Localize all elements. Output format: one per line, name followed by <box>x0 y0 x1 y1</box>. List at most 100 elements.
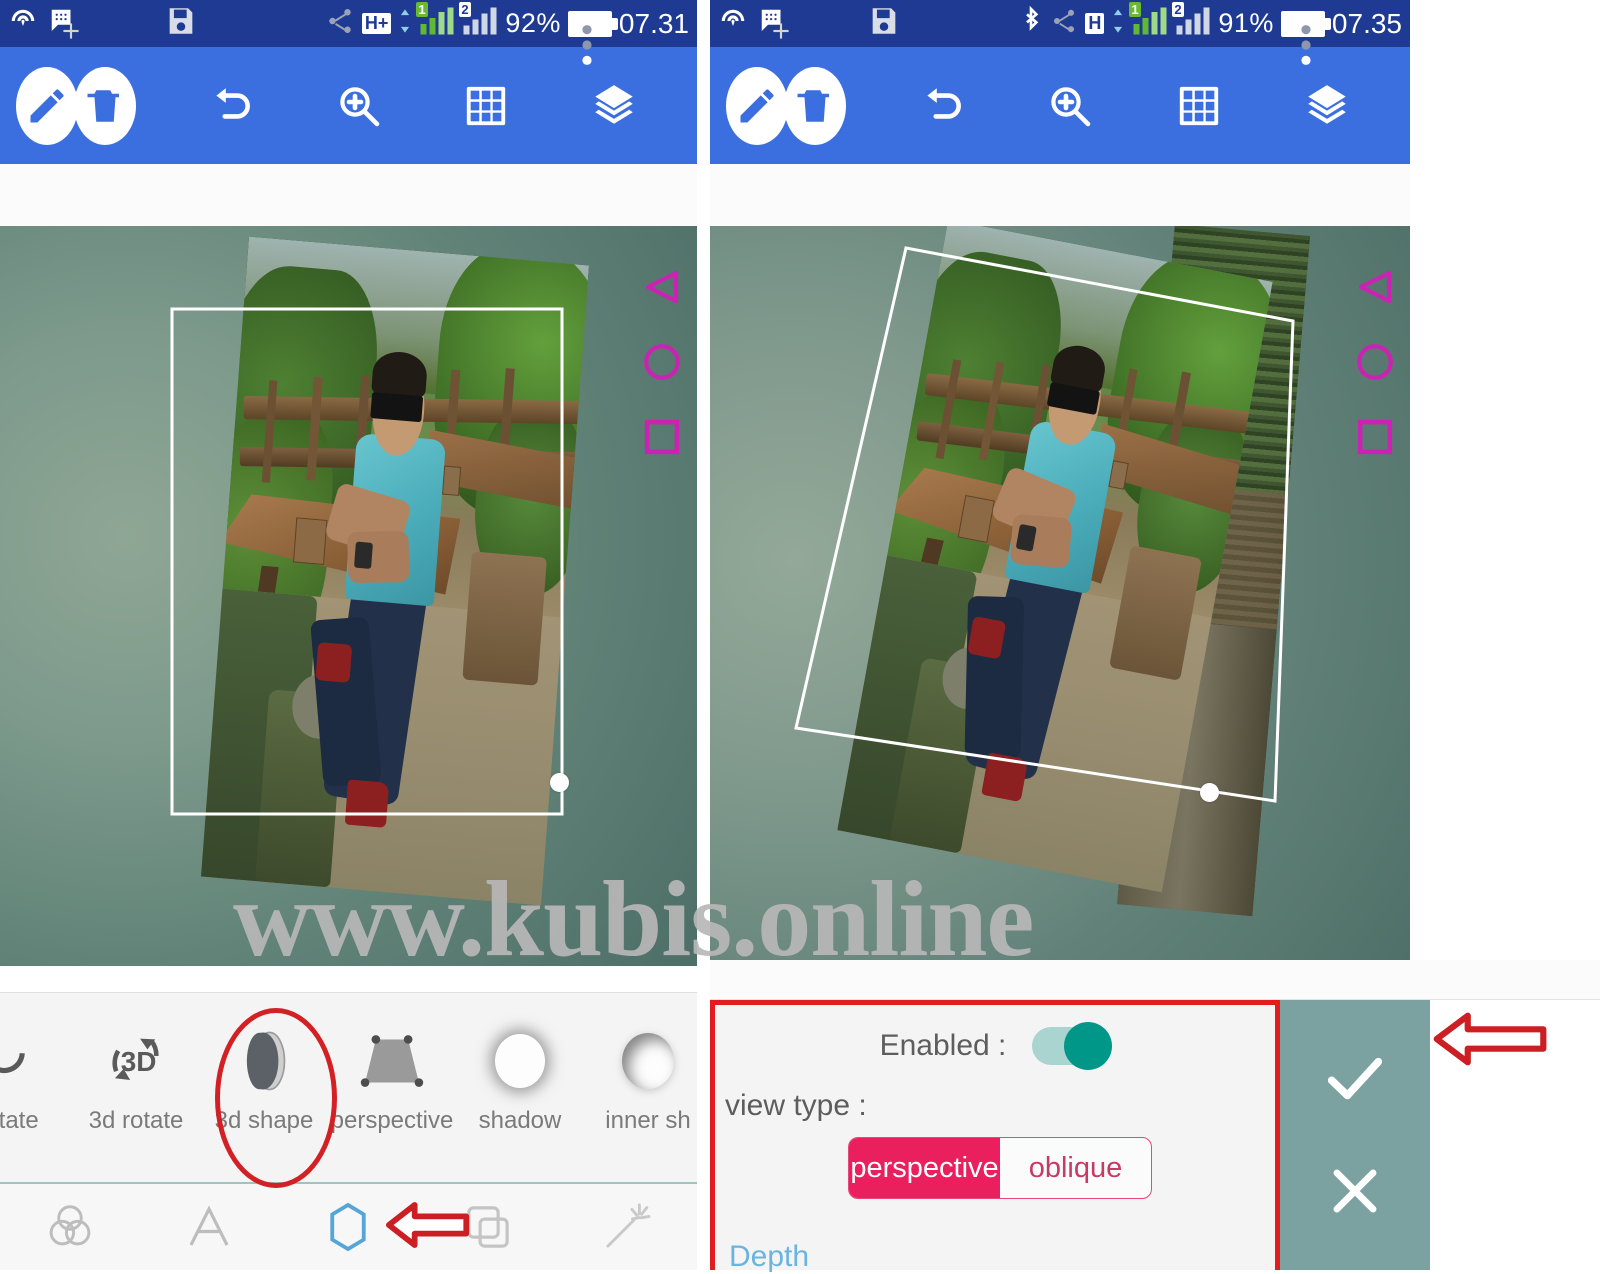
triangle-shape-icon[interactable] <box>641 266 683 313</box>
viewtype-segmented-control[interactable]: perspective oblique <box>848 1137 1152 1199</box>
depth-label: Depth <box>729 1240 810 1273</box>
sim2-signal-icon: 2 <box>459 2 498 41</box>
sim2-label: 2 <box>1172 2 1184 17</box>
dialog-confirm-column <box>1280 1000 1430 1270</box>
more-vert-icon <box>1300 22 1312 73</box>
magic-wand-icon[interactable] <box>592 1200 662 1254</box>
annotation-arrow-shape-tool <box>386 1202 470 1248</box>
toolbar-gap-left <box>0 164 697 226</box>
inner-shadow-icon <box>622 1015 674 1107</box>
edit-icon[interactable] <box>16 66 78 145</box>
toolbar-gap-right <box>710 164 1410 226</box>
photo-content <box>201 236 589 906</box>
viewtype-row: view type : perspective oblique <box>715 1065 1275 1199</box>
battery-percent-left: 92% <box>505 8 561 38</box>
viewtype-option-oblique[interactable]: oblique <box>1000 1138 1151 1198</box>
circle-shape-icon[interactable] <box>1354 341 1396 388</box>
message-icon <box>48 6 79 41</box>
effect-inner-shadow-label: inner sh <box>605 1107 691 1134</box>
delete-icon[interactable] <box>74 66 136 145</box>
sim1-label: 1 <box>416 2 428 17</box>
photo-layer-left[interactable] <box>201 236 589 906</box>
panel-divider <box>700 0 710 1270</box>
network-type-badge: H+ <box>361 13 392 34</box>
perspective-icon <box>357 1015 427 1107</box>
status-bar-left: H+ 1 2 92% 07.31 <box>0 0 697 65</box>
text-icon[interactable] <box>174 1200 244 1254</box>
battery-percent-right: 91% <box>1218 8 1274 38</box>
3d-shape-icon <box>235 1015 293 1107</box>
undo-icon[interactable] <box>909 81 975 131</box>
enabled-row: Enabled : <box>715 1005 1275 1070</box>
effect-shadow[interactable]: shadow <box>456 993 584 1135</box>
effect-perspective-label: perspective <box>330 1107 454 1134</box>
grid-icon[interactable] <box>1166 83 1232 129</box>
save-icon <box>164 4 198 43</box>
shape-rail-right <box>1354 266 1396 463</box>
layers-icon[interactable] <box>581 81 647 131</box>
effect-rotate-label: rotate <box>0 1107 39 1134</box>
delete-icon[interactable] <box>784 66 846 145</box>
site-watermark: www.kubis.online <box>233 860 1034 979</box>
sim1-signal-icon: 1 <box>416 2 455 41</box>
viewtype-label: view type : <box>725 1089 867 1122</box>
triangle-shape-icon[interactable] <box>1354 266 1396 313</box>
effects-row[interactable]: rotate 3D 3d rotate <box>0 992 697 1182</box>
effect-perspective[interactable]: perspective <box>328 993 456 1135</box>
shape-hexagon-icon[interactable] <box>313 1200 383 1254</box>
dialog-panel: Enabled : view type : perspective obliqu… <box>710 1000 1280 1273</box>
sim1-signal-icon: 1 <box>1129 2 1168 41</box>
edit-icon[interactable] <box>726 66 788 145</box>
square-shape-icon[interactable] <box>641 416 683 463</box>
selection-handle-right[interactable] <box>550 773 569 792</box>
clock-left: 07.31 <box>618 7 689 39</box>
editor-canvas-left[interactable] <box>0 226 697 966</box>
selection-handle-right[interactable] <box>1200 783 1219 802</box>
enabled-toggle[interactable] <box>1032 1022 1113 1070</box>
3d-rotate-icon: 3D <box>100 1015 172 1107</box>
data-arrows-icon <box>1111 7 1125 40</box>
effect-inner-shadow[interactable]: inner sh <box>584 993 697 1135</box>
effect-3d-shape[interactable]: 3d shape <box>200 993 328 1135</box>
effects-toolstrip-left: rotate 3D 3d rotate <box>0 992 697 1270</box>
editor-canvas-right[interactable] <box>710 226 1410 966</box>
message-icon <box>758 6 789 41</box>
svg-text:3D: 3D <box>121 1046 157 1077</box>
save-icon <box>867 4 901 43</box>
cast-icon <box>718 6 748 41</box>
bluetooth-icon <box>1019 5 1043 42</box>
rotate-icon <box>0 1015 39 1107</box>
layers-icon[interactable] <box>1294 81 1360 131</box>
undo-icon[interactable] <box>198 81 264 131</box>
clock-right: 07.35 <box>1331 7 1402 39</box>
share-icon <box>325 4 355 43</box>
toggle-knob <box>1064 1022 1113 1070</box>
effect-shadow-label: shadow <box>478 1107 562 1134</box>
effect-3d-shape-label: 3d shape <box>214 1107 314 1134</box>
viewtype-option-perspective[interactable]: perspective <box>849 1138 1000 1198</box>
effect-3d-rotate-label: 3d rotate <box>88 1107 184 1134</box>
network-type-badge: H <box>1085 13 1105 34</box>
effect-rotate[interactable]: rotate <box>0 993 72 1135</box>
3d-shape-dialog: Enabled : view type : perspective obliqu… <box>710 960 1600 1273</box>
check-icon[interactable] <box>1320 1043 1390 1118</box>
shadow-icon <box>495 1015 545 1107</box>
close-icon[interactable] <box>1324 1160 1386 1227</box>
shape-rail-left <box>641 266 683 463</box>
screenshot-left-panel: H+ 1 2 92% 07.31 ate 3D 3d rotate 3d sha… <box>0 0 697 1270</box>
enabled-label: Enabled : <box>879 1029 1007 1062</box>
annotation-arrow-confirm <box>1433 1012 1547 1066</box>
sim2-label: 2 <box>459 2 471 17</box>
bottom-nav-left[interactable] <box>0 1182 697 1270</box>
grid-icon[interactable] <box>453 83 519 129</box>
effect-3d-rotate[interactable]: 3D 3d rotate <box>72 993 200 1135</box>
circle-shape-icon[interactable] <box>641 341 683 388</box>
zoom-in-icon[interactable] <box>326 82 392 130</box>
blend-icon[interactable] <box>35 1200 105 1254</box>
sim2-signal-icon: 2 <box>1172 2 1211 41</box>
square-shape-icon[interactable] <box>1354 416 1396 463</box>
status-bar-right: H 1 2 91% 07.35 <box>710 0 1410 65</box>
zoom-in-icon[interactable] <box>1037 82 1103 130</box>
data-arrows-icon <box>398 7 412 40</box>
share-icon <box>1050 5 1078 42</box>
